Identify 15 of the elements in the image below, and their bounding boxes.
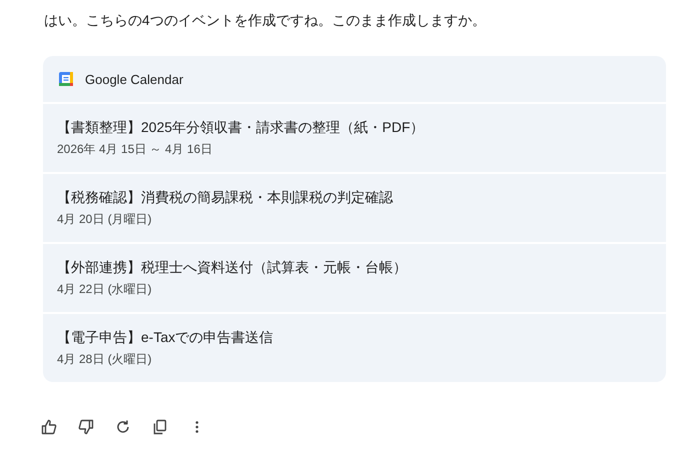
event-title: 【書類整理】2025年分領収書・請求書の整理（紙・PDF） <box>57 118 426 136</box>
event-title: 【税務確認】消費税の簡易課税・本則課税の判定確認 <box>57 188 394 206</box>
event-item[interactable]: 【電子申告】e-Taxでの申告書送信 4月 28日 (火曜日) <box>43 314 666 382</box>
event-item[interactable]: 【税務確認】消費税の簡易課税・本則課税の判定確認 4月 20日 (月曜日) <box>43 174 666 242</box>
event-date: 4月 28日 (火曜日) <box>57 350 153 368</box>
event-date: 2026年 4月 15日 ～ 4月 16日 <box>57 140 214 158</box>
calendar-icon <box>59 72 73 86</box>
event-date: 4月 22日 (水曜日) <box>57 280 153 298</box>
event-item[interactable]: 【書類整理】2025年分領収書・請求書の整理（紙・PDF） 2026年 4月 15日 ～ 4月 16日 <box>43 104 666 172</box>
event-title: 【電子申告】e-Taxでの申告書送信 <box>57 328 274 346</box>
event-item[interactable]: 【外部連携】税理士へ資料送付（試算表・元帳・台帳） 4月 22日 (水曜日) <box>43 244 666 312</box>
card-title: Google Calendar <box>85 72 184 86</box>
event-title: 【外部連携】税理士へ資料送付（試算表・元帳・台帳） <box>57 258 408 276</box>
response-text: はい。こちらの4つのイベントを作成ですね。このまま作成しますか。 <box>44 11 487 30</box>
event-date: 4月 20日 (月曜日) <box>57 210 153 228</box>
